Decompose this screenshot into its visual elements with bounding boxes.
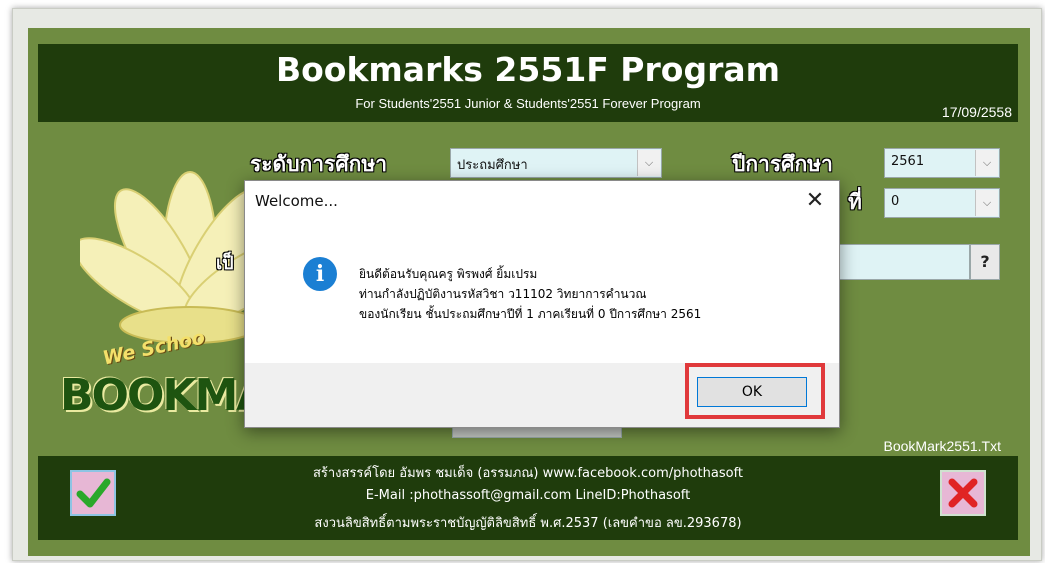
chevron-down-icon[interactable]: ⌵ xyxy=(637,150,660,176)
date-label: 17/09/2558 xyxy=(941,104,1012,120)
info-icon: i xyxy=(303,257,337,291)
dialog-title: Welcome... xyxy=(255,192,338,210)
subject-field[interactable] xyxy=(820,244,970,280)
year-label: ปีการศึกษา xyxy=(732,152,833,176)
level-label: ระดับการศึกษา xyxy=(250,152,387,176)
ok-button[interactable]: OK xyxy=(697,377,807,407)
footer-copyright: สงวนลิขสิทธิ์ตามพระราชบัญญัติลิขสิทธิ์ พ… xyxy=(314,516,742,531)
partial-label: เป็ xyxy=(216,253,234,274)
year-select-value: 2561 xyxy=(891,154,925,169)
footer-band: สร้างสรรค์โดย อัมพร ชมเด็จ (อรรมภณ) www.… xyxy=(38,456,1018,540)
header-band: Bookmarks 2551F Program For Students'255… xyxy=(38,44,1018,122)
dialog-titlebar: Welcome... ✕ xyxy=(245,181,839,225)
chevron-down-icon[interactable]: ⌵ xyxy=(975,190,998,216)
term-select[interactable]: 0 ⌵ xyxy=(884,188,1000,218)
year-select[interactable]: 2561 ⌵ xyxy=(884,148,1000,178)
dialog-message-line2: ท่านกำลังปฏิบัติงานรหัสวิชา ว11102 วิทยา… xyxy=(359,287,647,301)
welcome-dialog: Welcome... ✕ i ยินดีต้อนรับคุณครู พิรพงศ… xyxy=(244,180,840,428)
dialog-message-line1: ยินดีต้อนรับคุณครู พิรพงศ์ ยิ้มเปรม xyxy=(359,267,538,281)
app-subtitle: For Students'2551 Junior & Students'2551… xyxy=(355,96,701,111)
footer-credit: สร้างสรรค์โดย อัมพร ชมเด็จ (อรรมภณ) www.… xyxy=(312,466,744,481)
app-title: Bookmarks 2551F Program xyxy=(275,50,780,89)
exit-button[interactable] xyxy=(940,470,986,516)
check-icon xyxy=(76,478,111,508)
level-select[interactable]: ประถมศึกษา ⌵ xyxy=(450,148,662,178)
close-icon[interactable]: ✕ xyxy=(801,187,829,215)
confirm-button[interactable] xyxy=(70,470,116,516)
footer-contact: E-Mail :phothassoft@gmail.com LineID:Pho… xyxy=(365,488,691,503)
term-select-value: 0 xyxy=(891,194,900,209)
dialog-message-line3: ของนักเรียน ชั้นประถมศึกษาปีที่ 1 ภาคเรี… xyxy=(359,307,702,321)
file-name-label: BookMark2551.Txt xyxy=(883,438,1002,454)
term-label: ที่ xyxy=(848,190,862,214)
x-icon xyxy=(948,478,978,508)
help-button[interactable]: ? xyxy=(970,244,1000,280)
level-select-value: ประถมศึกษา xyxy=(457,158,528,173)
chevron-down-icon[interactable]: ⌵ xyxy=(975,150,998,176)
